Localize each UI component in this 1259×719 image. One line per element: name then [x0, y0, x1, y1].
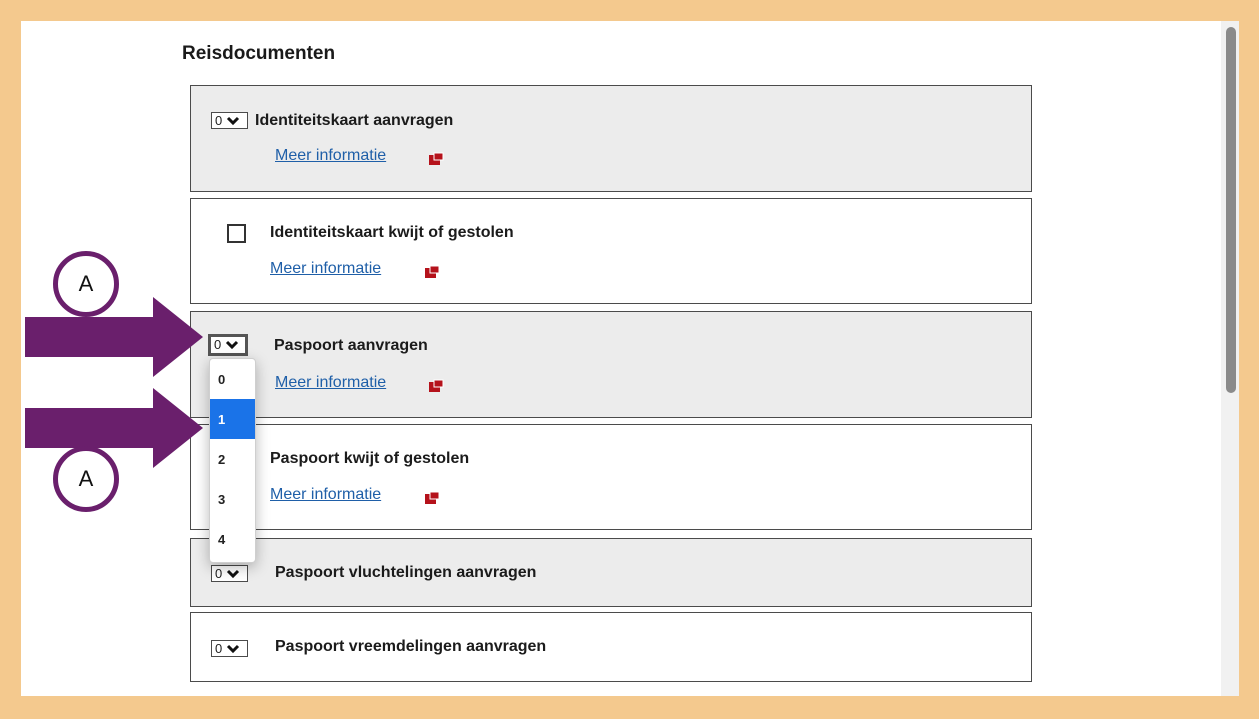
chevron-down-icon — [227, 644, 240, 653]
annotation-badge-top: A — [53, 251, 119, 317]
checkbox[interactable] — [227, 224, 246, 243]
card-identiteitskaart-kwijt: Identiteitskaart kwijt of gestolen Meer … — [190, 198, 1032, 304]
section-title: Reisdocumenten — [182, 43, 336, 64]
more-info-link[interactable]: Meer informatie — [270, 260, 381, 278]
quantity-value: 0 — [215, 565, 223, 581]
annotation-arrow-top — [25, 297, 203, 377]
card-identiteitskaart-aanvragen: 0 Identiteitskaart aanvragen Meer inform… — [190, 85, 1032, 192]
quantity-value: 0 — [215, 640, 223, 656]
chevron-down-icon — [227, 569, 240, 578]
item-title: Paspoort aanvragen — [274, 337, 428, 354]
external-link-icon[interactable] — [424, 491, 440, 505]
item-title: Paspoort vluchtelingen aanvragen — [275, 564, 537, 581]
card-paspoort-aanvragen: 0 Paspoort aanvragen Meer informatie — [190, 311, 1032, 418]
more-info-link[interactable]: Meer informatie — [275, 147, 386, 165]
dropdown-option[interactable]: 0 — [210, 359, 255, 399]
external-link-icon[interactable] — [424, 265, 440, 279]
external-link-icon[interactable] — [428, 379, 444, 393]
scrollbar-thumb[interactable] — [1226, 27, 1236, 393]
item-title: Identiteitskaart aanvragen — [255, 112, 454, 129]
quantity-dropdown-list: 0 1 2 3 4 — [209, 358, 256, 563]
card-paspoort-vluchtelingen: 0 Paspoort vluchtelingen aanvragen — [190, 538, 1032, 607]
external-link-icon[interactable] — [428, 152, 444, 166]
quantity-select[interactable]: 0 — [211, 112, 248, 129]
quantity-value: 0 — [215, 112, 223, 128]
chevron-down-icon — [227, 116, 240, 125]
more-info-link[interactable]: Meer informatie — [270, 486, 381, 504]
item-title: Identiteitskaart kwijt of gestolen — [270, 224, 514, 241]
item-title: Paspoort vreemdelingen aanvragen — [275, 638, 547, 655]
quantity-value: 0 — [214, 337, 222, 352]
quantity-select[interactable]: 0 — [211, 565, 248, 582]
chevron-down-icon — [226, 340, 239, 350]
quantity-select[interactable]: 0 — [208, 334, 248, 356]
dropdown-option[interactable]: 3 — [210, 479, 255, 519]
dropdown-option-selected[interactable]: 1 — [210, 399, 255, 439]
quantity-select[interactable]: 0 — [211, 640, 248, 657]
card-paspoort-vreemdelingen: 0 Paspoort vreemdelingen aanvragen — [190, 612, 1032, 682]
annotation-arrow-bottom — [25, 388, 203, 468]
item-title: Paspoort kwijt of gestolen — [270, 450, 470, 467]
dropdown-option[interactable]: 4 — [210, 519, 255, 559]
annotation-badge-bottom: A — [53, 446, 119, 512]
dropdown-option[interactable]: 2 — [210, 439, 255, 479]
more-info-link[interactable]: Meer informatie — [275, 374, 386, 392]
card-paspoort-kwijt: Paspoort kwijt of gestolen Meer informat… — [190, 424, 1032, 530]
